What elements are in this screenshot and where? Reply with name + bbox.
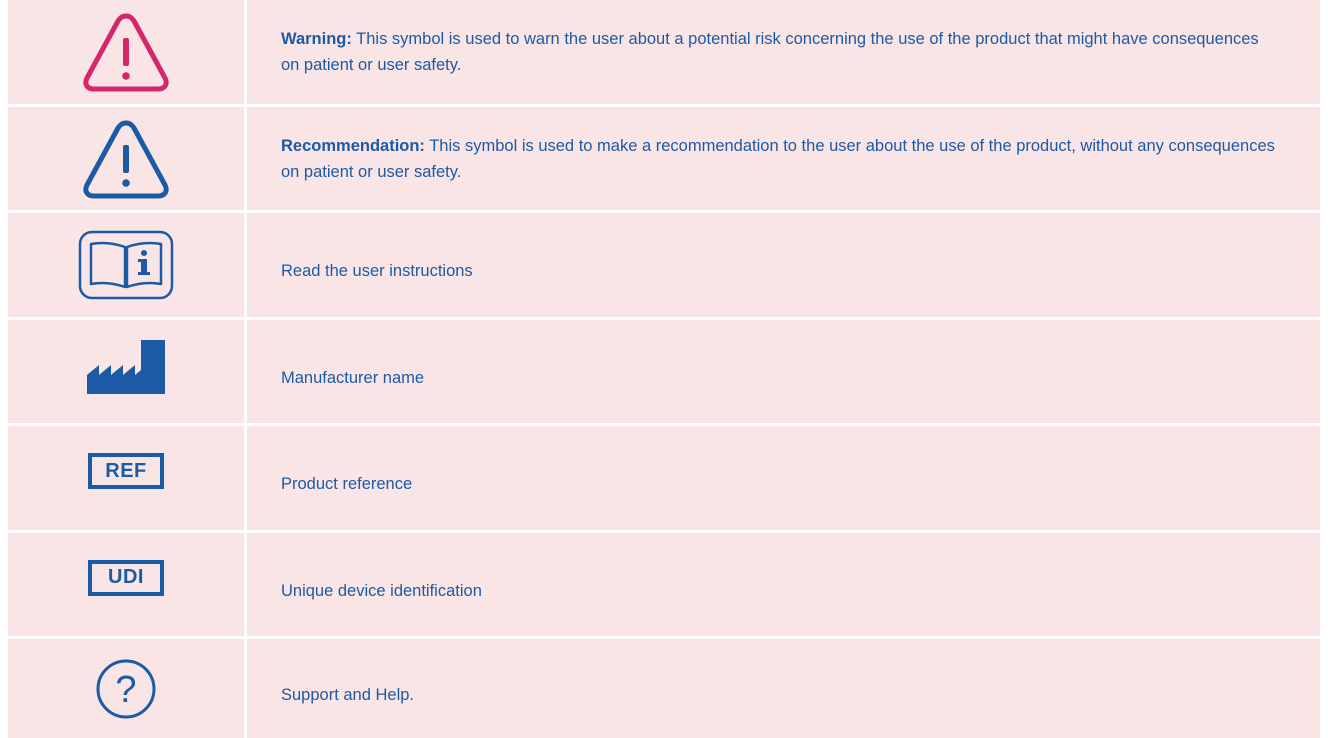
symbol-cell-help: ? <box>8 639 244 738</box>
instructions-text: Read the user instructions <box>281 262 473 280</box>
symbol-cell-recommendation <box>8 107 244 213</box>
description-udi: Unique device identification <box>247 533 1320 639</box>
warning-text: This symbol is used to warn the user abo… <box>281 30 1259 74</box>
symbols-table: Warning: This symbol is used to warn the… <box>8 0 1320 738</box>
symbol-cell-warning <box>8 0 244 107</box>
manufacturer-factory-icon <box>87 339 165 394</box>
ref-text: Product reference <box>281 475 413 493</box>
symbol-cell-udi: UDI <box>8 533 244 639</box>
warning-triangle-icon <box>83 13 169 92</box>
ref-icon: REF <box>88 453 164 489</box>
description-instructions: Read the user instructions <box>247 213 1320 320</box>
udi-icon: UDI <box>88 559 164 596</box>
udi-text: Unique device identification <box>281 581 482 600</box>
recommendation-triangle-icon <box>83 120 169 198</box>
description-warning: Warning: This symbol is used to warn the… <box>247 0 1320 107</box>
recommendation-label: Recommendation: <box>281 136 425 155</box>
symbol-cell-ref: REF <box>8 426 244 533</box>
description-help: Support and Help. <box>247 639 1320 738</box>
help-text: Support and Help. <box>281 685 415 704</box>
warning-label: Warning: <box>281 30 352 48</box>
description-manufacturer: Manufacturer name <box>247 320 1320 426</box>
symbol-cell-manufacturer <box>8 320 244 426</box>
description-ref: Product reference <box>247 426 1320 533</box>
symbol-cell-instructions <box>8 213 244 320</box>
instructions-book-icon <box>78 230 174 300</box>
description-recommendation: Recommendation: This symbol is used to m… <box>247 107 1320 213</box>
svg-text:?: ? <box>115 669 136 711</box>
recommendation-text: This symbol is used to make a recommenda… <box>281 136 1275 181</box>
help-question-icon: ? <box>96 659 156 718</box>
manufacturer-text: Manufacturer name <box>281 368 425 387</box>
